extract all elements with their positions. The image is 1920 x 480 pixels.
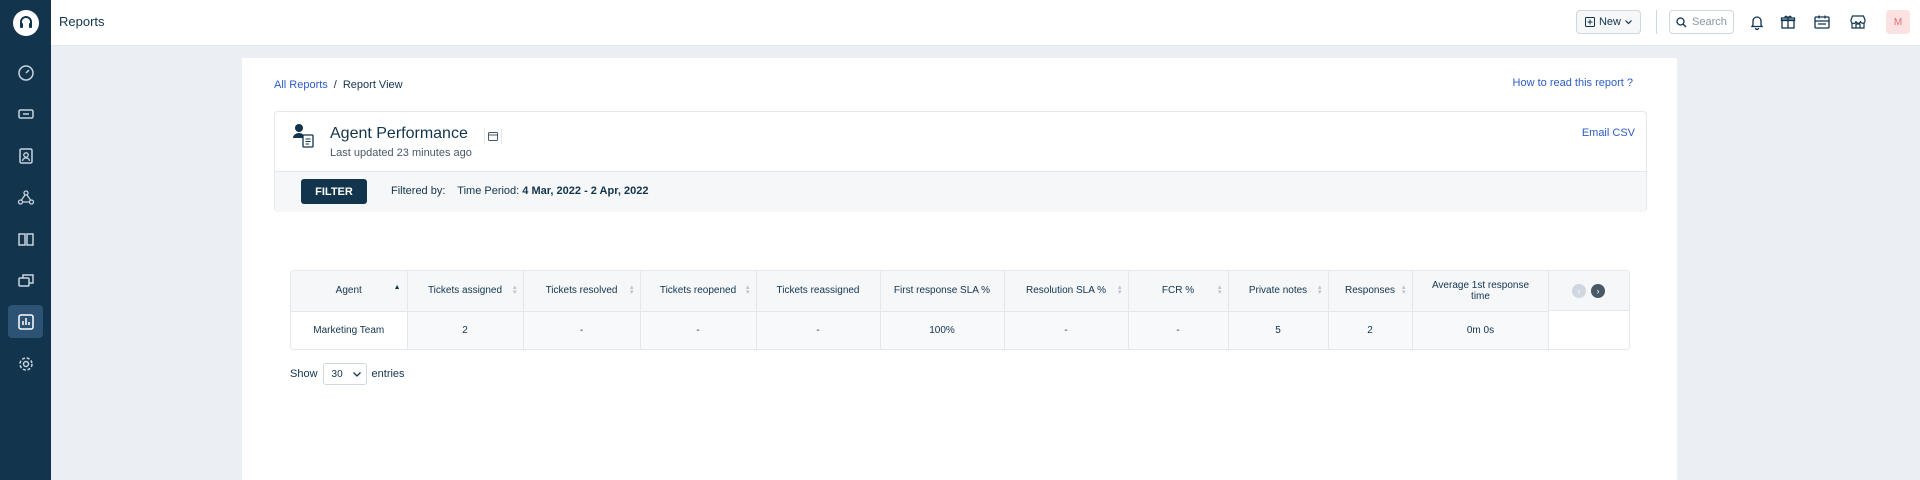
sidebar-item-forums[interactable] [8,264,43,297]
apps-calendar-icon[interactable] [1811,11,1833,33]
how-to-read-link[interactable]: How to read this report ? [1513,77,1633,89]
sidebar-item-contacts[interactable] [8,139,43,172]
cell-private-notes: 5 [1228,311,1329,349]
agent-performance-table: Agent ▲ Tickets assigned ▴ ▾ Tickets resolv… [290,270,1630,350]
cell-tickets-resolved: - [523,311,641,349]
column-scroll-controls: ‹ › [1548,271,1629,349]
table-row: Marketing Team 2 - - - 100% - - 5 2 0m 0… [291,311,1550,349]
column-header-responses[interactable]: Responses ▴ ▾ [1328,271,1413,312]
last-updated-text: Last updated 23 minutes ago [330,147,472,159]
notifications-bell-icon[interactable] [1746,11,1768,33]
search-input[interactable]: Search [1669,10,1734,34]
chevron-down-icon [352,371,361,377]
column-header-tickets-assigned[interactable]: Tickets assigned ▴ ▾ [407,271,524,312]
breadcrumb-separator: / [333,79,337,91]
contacts-icon [18,147,33,164]
entries-control: Show 30 entries [290,363,405,385]
plus-square-icon [1584,17,1595,27]
agent-report-icon [289,122,317,150]
sidebar-item-reports[interactable] [8,305,43,338]
new-button-label: New [1598,16,1621,28]
chevron-right-icon: › [1596,285,1600,296]
scroll-right-button[interactable]: › [1591,283,1605,298]
column-header-resolution-sla[interactable]: Resolution SLA % ▴ ▾ [1004,271,1129,312]
cell-tickets-reassigned: - [756,311,881,349]
top-header: Reports New Search M [51,0,1920,46]
breadcrumb: All Reports / Report View [274,79,403,91]
app-logo-icon[interactable] [13,10,39,36]
dashboard-icon [17,64,34,81]
groups-icon [17,189,34,205]
gift-icon[interactable] [1777,11,1799,33]
report-panel: All Reports / Report View How to read th… [242,58,1677,480]
filtered-by-label: Filtered by: [391,185,446,197]
sidebar-item-solutions[interactable] [8,222,43,255]
column-header-tickets-reopened[interactable]: Tickets reopened ▴ ▾ [640,271,757,312]
user-avatar[interactable]: M [1886,10,1910,34]
sidebar-item-dashboard[interactable] [8,56,43,89]
cell-tickets-assigned: 2 [407,311,524,349]
solutions-icon [17,232,34,246]
report-card: Agent Performance Last updated 23 minute… [274,111,1647,212]
reports-icon [17,313,34,330]
cell-avg-first-response-time: 0m 0s [1412,311,1550,349]
column-header-first-response-sla[interactable]: First response SLA % [880,271,1005,312]
sidebar [0,0,51,480]
column-header-tickets-reassigned[interactable]: Tickets reassigned [756,271,881,312]
search-placeholder: Search [1692,16,1727,28]
cell-responses: 2 [1328,311,1413,349]
report-title: Agent Performance [330,125,468,142]
breadcrumb-current: Report View [342,79,403,91]
filter-bar: FILTER Filtered by: Time Period: 4 Mar, … [275,171,1646,212]
chevron-down-icon [1625,19,1632,24]
entries-select-value: 30 [331,368,343,380]
breadcrumb-all-reports[interactable]: All Reports [274,79,328,91]
column-header-tickets-resolved[interactable]: Tickets resolved ▴ ▾ [523,271,641,312]
entries-select[interactable]: 30 [322,363,367,385]
cell-agent: Marketing Team [291,311,408,349]
cell-resolution-sla: - [1004,311,1129,349]
time-period-label: Time Period: [457,185,520,197]
column-header-private-notes[interactable]: Private notes ▴ ▾ [1228,271,1329,312]
sidebar-item-admin[interactable] [8,347,43,380]
search-icon [1676,16,1687,27]
calendar-icon[interactable] [484,128,502,144]
chevron-left-icon: ‹ [1577,285,1581,296]
new-button[interactable]: New [1576,10,1641,34]
filter-button[interactable]: FILTER [301,179,367,204]
marketplace-store-icon[interactable] [1847,11,1869,33]
column-header-avg-first-response-time[interactable]: Average 1st response time [1412,271,1550,312]
cell-tickets-reopened: - [640,311,757,349]
cell-first-response-sla: 100% [880,311,1005,349]
table-header-row: Agent ▲ Tickets assigned ▴ ▾ Tickets resolv… [291,271,1550,312]
tickets-icon [17,108,34,119]
entries-label: entries [371,368,405,380]
forums-icon [17,273,34,287]
column-header-agent[interactable]: Agent ▲ [291,271,408,312]
column-header-fcr[interactable]: FCR % ▴ ▾ [1128,271,1229,312]
time-period-value: 4 Mar, 2022 - 2 Apr, 2022 [522,185,649,197]
cell-fcr: - [1128,311,1229,349]
page-title: Reports [59,14,105,29]
email-csv-link[interactable]: Email CSV [1582,127,1635,139]
filter-summary: Filtered by: Time Period: 4 Mar, 2022 - … [391,185,648,197]
show-label: Show [290,368,318,380]
header-divider [1656,10,1657,34]
sidebar-item-tickets[interactable] [8,97,43,130]
sidebar-item-groups[interactable] [8,181,43,214]
admin-gear-icon [18,356,33,371]
scroll-left-button[interactable]: ‹ [1572,283,1586,298]
